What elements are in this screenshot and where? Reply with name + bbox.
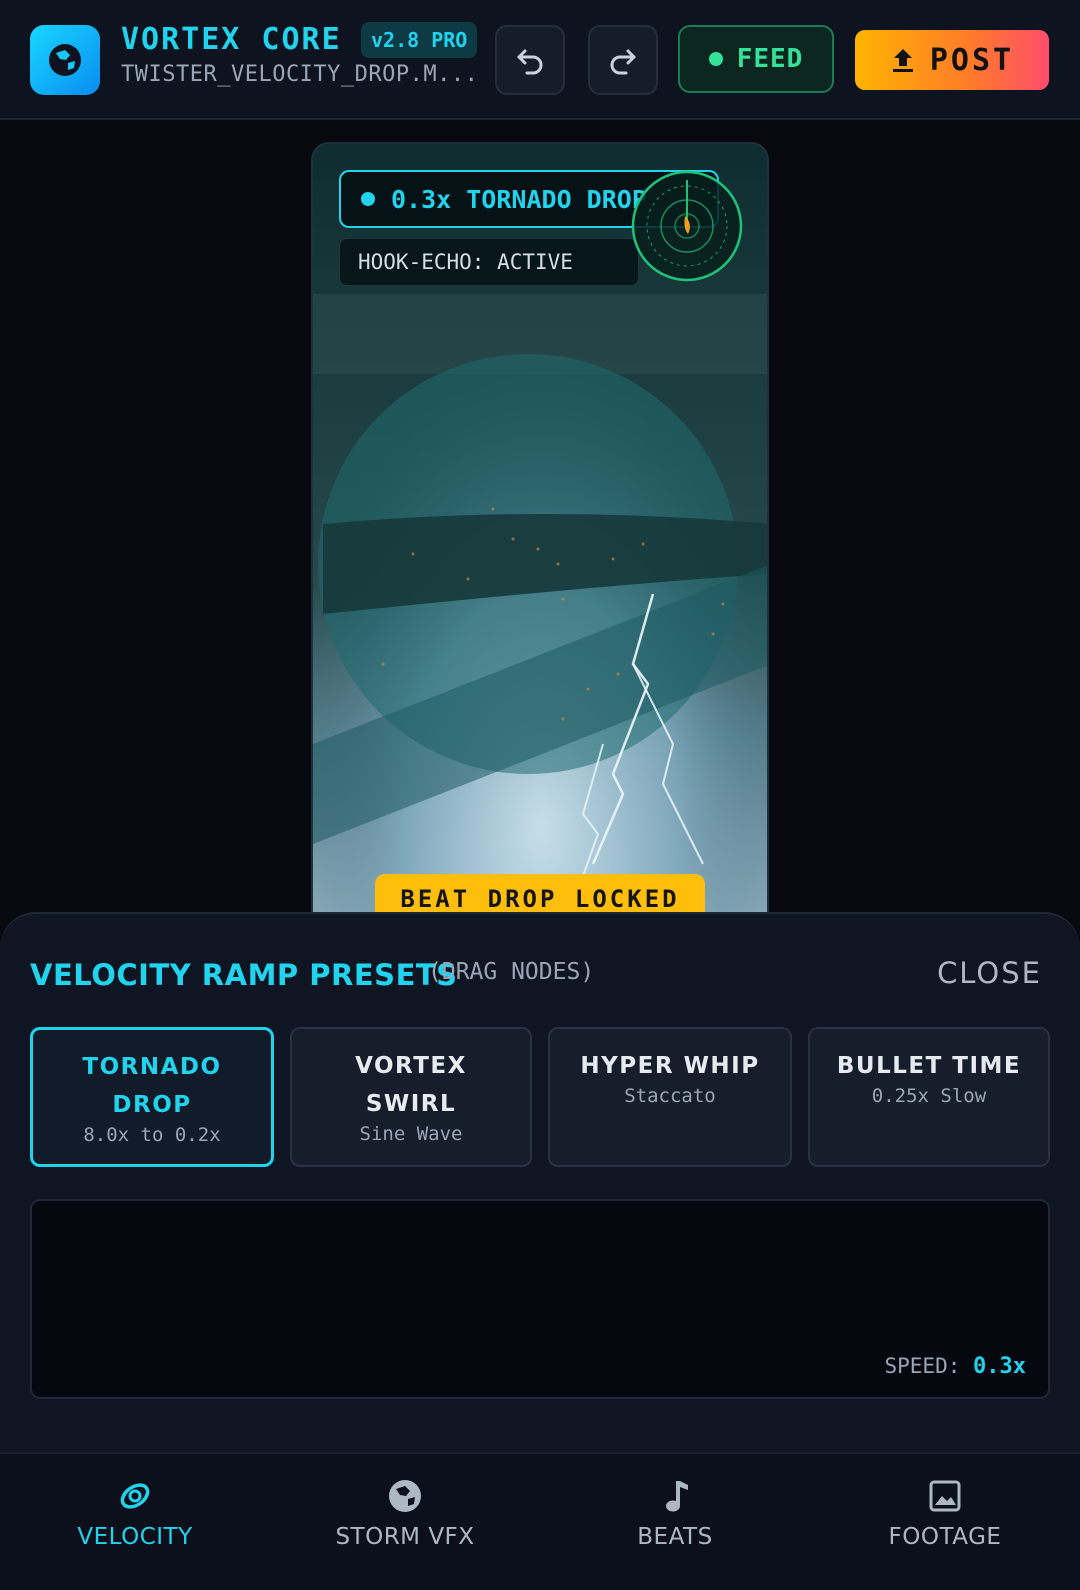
- speed-readout-value: 0.3x: [973, 1354, 1026, 1379]
- nav-label: BEATS: [637, 1524, 713, 1550]
- redo-icon: [610, 49, 636, 75]
- app-title: VORTEX CORE: [121, 22, 342, 57]
- velocity-ramp-graph[interactable]: SPEED: 0.3x: [30, 1199, 1050, 1399]
- undo-button[interactable]: [495, 25, 565, 95]
- globe-icon: [385, 1476, 425, 1516]
- image-icon: [925, 1476, 965, 1516]
- nav-item-velocity[interactable]: VELOCITY: [0, 1454, 270, 1590]
- status-dot-icon: [361, 192, 375, 206]
- upload-icon: [892, 49, 913, 72]
- preset-name: BULLET TIME: [836, 1053, 1022, 1079]
- redo-button[interactable]: [588, 25, 658, 95]
- app-logo: [30, 25, 100, 95]
- panel-title: VELOCITY RAMP PRESETS: [30, 958, 458, 992]
- preset-vortex-swirl[interactable]: VORTEX SWIRL Sine Wave: [290, 1027, 532, 1167]
- nav-item-footage[interactable]: FOOTAGE: [810, 1454, 1080, 1590]
- post-button[interactable]: POST: [855, 30, 1049, 90]
- hook-echo-status: HOOK-ECHO: ACTIVE: [339, 238, 639, 286]
- video-preview[interactable]: 0.3x TORNADO DROP HOOK-ECHO: ACTIVE BEAT…: [311, 142, 769, 942]
- globe-icon: [49, 44, 81, 76]
- speed-indicator-label: 0.3x TORNADO DROP: [391, 184, 647, 214]
- preset-tornado-drop[interactable]: TORNADO DROP 8.0x to 0.2x: [30, 1027, 274, 1167]
- nav-item-beats[interactable]: BEATS: [540, 1454, 810, 1590]
- feed-button[interactable]: FEED: [678, 25, 834, 93]
- nav-label: FOOTAGE: [888, 1524, 1002, 1550]
- velocity-icon: [115, 1476, 155, 1516]
- music-note-icon: [655, 1476, 695, 1516]
- preset-name: TORNADO DROP: [82, 1054, 222, 1118]
- close-button[interactable]: CLOSE: [937, 956, 1042, 990]
- speed-readout-label: SPEED:: [884, 1354, 961, 1378]
- panel-subtitle: (DRAG NODES): [428, 959, 595, 985]
- undo-icon: [517, 49, 543, 75]
- preset-name: HYPER WHIP: [580, 1053, 760, 1079]
- top-bar: VORTEX CORE v2.8 PRO TWISTER_VELOCITY_DR…: [0, 0, 1080, 120]
- preset-hyper-whip[interactable]: HYPER WHIP Staccato: [548, 1027, 792, 1167]
- preset-desc: Sine Wave: [359, 1123, 463, 1145]
- preset-desc: 0.25x Slow: [871, 1085, 987, 1107]
- live-dot-icon: [708, 52, 723, 66]
- nav-item-storm-vfx[interactable]: STORM VFX: [270, 1454, 540, 1590]
- nav-label: STORM VFX: [335, 1524, 475, 1550]
- bottom-nav: VELOCITY STORM VFX BEATS FOOTAGE: [0, 1452, 1080, 1590]
- preset-bullet-time[interactable]: BULLET TIME 0.25x Slow: [808, 1027, 1050, 1167]
- post-label: POST: [929, 42, 1015, 78]
- velocity-presets-panel: VELOCITY RAMP PRESETS (DRAG NODES) CLOSE…: [0, 912, 1080, 1452]
- preset-desc: 8.0x to 0.2x: [83, 1124, 221, 1146]
- project-filename: TWISTER_VELOCITY_DROP.M...: [121, 62, 479, 87]
- version-badge: v2.8 PRO: [361, 22, 478, 58]
- preset-desc: Staccato: [624, 1085, 716, 1107]
- preset-name: VORTEX SWIRL: [355, 1053, 467, 1117]
- speed-readout: SPEED: 0.3x: [885, 1354, 1027, 1379]
- feed-label: FEED: [736, 44, 804, 74]
- radar-icon: [631, 170, 743, 282]
- nav-label: VELOCITY: [77, 1524, 193, 1550]
